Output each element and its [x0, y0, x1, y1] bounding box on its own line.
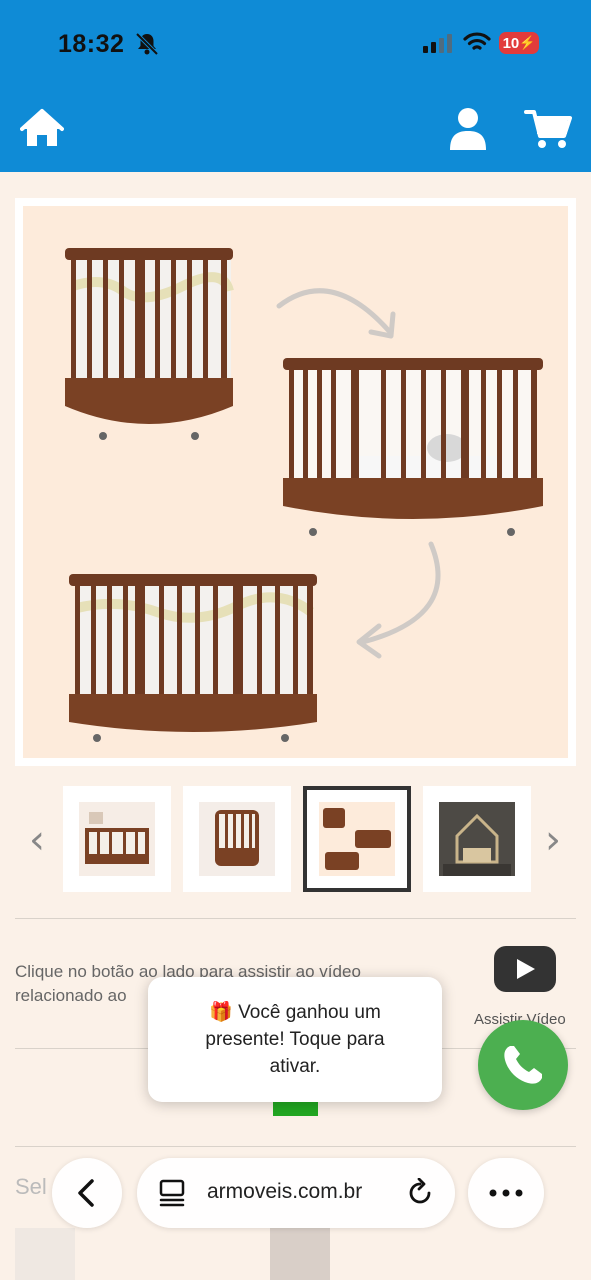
product-option-swatch[interactable]	[270, 1228, 330, 1280]
thumbnail-4[interactable]	[423, 786, 531, 892]
thumbnail-3-active[interactable]	[303, 786, 411, 892]
signal-icon	[423, 34, 452, 53]
cart-icon[interactable]	[524, 108, 572, 150]
divider	[15, 1146, 576, 1147]
thumbnail-2[interactable]	[183, 786, 291, 892]
product-option-swatch[interactable]	[15, 1228, 75, 1280]
buy-button-partial[interactable]	[273, 1100, 318, 1116]
battery-indicator: 10 ⚡	[499, 32, 539, 54]
thumbnail-prev-button[interactable]: ‹	[22, 818, 52, 862]
thumbnail-next-button[interactable]: ›	[538, 818, 568, 862]
reload-icon[interactable]	[405, 1178, 435, 1208]
charging-icon: ⚡	[519, 35, 536, 50]
user-icon[interactable]	[448, 106, 488, 150]
status-time: 18:32	[58, 30, 125, 58]
round-crib-image	[65, 248, 234, 440]
browser-url-text[interactable]: armoveis.com.br	[207, 1180, 362, 1204]
gift-toast[interactable]: 🎁 Você ganhou um presente! Toque para at…	[148, 977, 442, 1102]
phone-icon	[504, 1046, 542, 1084]
product-image-canvas	[23, 206, 568, 758]
thumbnail-image	[79, 802, 155, 876]
thumbnail-image	[439, 802, 515, 876]
gift-icon: 🎁	[209, 1002, 233, 1023]
thumbnail-1[interactable]	[63, 786, 171, 892]
thumbnail-image	[199, 802, 275, 876]
home-icon[interactable]	[20, 108, 64, 148]
gift-toast-text: Você ganhou um presente! Toque para ativ…	[205, 1002, 385, 1077]
oval-crib-image	[69, 574, 317, 742]
more-dots-icon	[489, 1189, 523, 1197]
arrow-icon	[356, 541, 441, 659]
browser-more-button[interactable]	[468, 1158, 544, 1228]
whatsapp-button[interactable]	[478, 1020, 568, 1110]
browser-url-bar[interactable]: armoveis.com.br	[137, 1158, 455, 1228]
browser-back-button[interactable]	[52, 1158, 122, 1228]
watch-video-button[interactable]	[494, 946, 556, 992]
battery-level: 10	[502, 34, 520, 52]
product-main-image[interactable]	[15, 198, 576, 766]
wifi-icon	[463, 32, 491, 50]
bell-muted-icon	[135, 32, 159, 56]
arrow-icon	[276, 288, 396, 339]
play-icon	[517, 959, 535, 979]
page-bottom-content	[0, 1228, 591, 1280]
app-header: 18:32 10 ⚡	[0, 0, 591, 172]
divider	[15, 918, 576, 919]
select-label: Sel	[15, 1174, 47, 1199]
tabs-icon[interactable]	[157, 1178, 187, 1208]
thumbnail-image	[319, 802, 395, 876]
toddler-bed-image	[283, 358, 543, 536]
chevron-left-icon	[78, 1179, 94, 1207]
